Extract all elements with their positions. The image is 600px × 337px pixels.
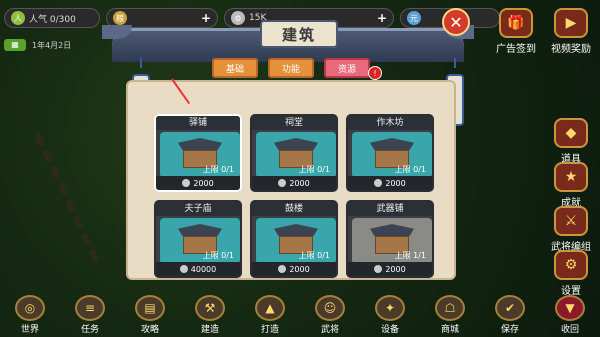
- menu-guide[interactable]: ▤ 攻略: [128, 295, 172, 335]
- building-limit: 上限 1/1: [394, 251, 426, 260]
- menu-forge[interactable]: ▲ 打造: [248, 295, 292, 335]
- building-limit: 上限 0/1: [394, 165, 426, 174]
- tab-function[interactable]: 功能: [268, 58, 314, 78]
- menu-save[interactable]: ✔ 保存: [488, 295, 532, 335]
- anvil-icon: ▲: [255, 295, 285, 321]
- menu-general-group[interactable]: ⚔ 武将编组: [545, 206, 597, 253]
- building-name: 作木坊: [348, 116, 432, 130]
- building-card[interactable]: 作木坊 上限 0/1 2000: [346, 114, 434, 192]
- building-name: 鼓楼: [252, 202, 336, 216]
- building-limit: 上限 0/1: [202, 165, 234, 174]
- menu-guide-label: 攻略: [140, 325, 159, 335]
- menu-shop[interactable]: ☖ 商城: [428, 295, 472, 335]
- tab-resource[interactable]: 资源: [324, 58, 370, 78]
- menu-tasks-label: 任务: [80, 325, 99, 335]
- population-icon: 人: [11, 11, 25, 25]
- menu-devices-label: 设备: [380, 325, 399, 335]
- coin-icon: [179, 265, 188, 273]
- menu-achievements[interactable]: ★ 成就: [545, 162, 597, 209]
- calendar-icon: ▦: [4, 39, 26, 51]
- device-icon: ✦: [375, 295, 405, 321]
- building-card[interactable]: 夫子庙 上限 0/1 40000: [154, 200, 242, 278]
- menu-video-reward-label: 视频奖励: [551, 44, 591, 55]
- building-name: 驿铺: [156, 116, 240, 130]
- coin-icon: [278, 179, 287, 187]
- date-bar: ▦ 1年4月2日: [4, 38, 71, 52]
- population-resource: 人 人气 0/300: [4, 8, 100, 28]
- menu-build-label: 建造: [200, 325, 219, 335]
- category-tabs: 基础 功能 资源 !: [212, 58, 382, 80]
- save-icon: ✔: [495, 295, 525, 321]
- building-cost: 2000: [348, 262, 432, 276]
- building-card[interactable]: 鼓楼 上限 0/1 2000: [250, 200, 338, 278]
- building-card[interactable]: 驿铺 上限 0/1 2000: [154, 114, 242, 192]
- menu-world[interactable]: ◎ 世界: [8, 295, 52, 335]
- gear-icon: ⚙: [554, 250, 588, 280]
- building-name: 夫子庙: [156, 202, 240, 216]
- coin-icon: [374, 179, 383, 187]
- book-icon: ▤: [135, 295, 165, 321]
- menu-save-label: 保存: [500, 325, 519, 335]
- menu-forge-label: 打造: [260, 325, 279, 335]
- building-limit: 上限 0/1: [298, 165, 330, 174]
- menu-ad-signin-label: 广告签到: [496, 44, 536, 55]
- bottom-menu-bar: ◎ 世界 ≡ 任务 ▤ 攻略 ⚒ 建造 ▲ 打造 ☺ 武将 ✦ 设备 ☖ 商城 ✔ 保存 ▼ 收回: [0, 290, 600, 337]
- building-cost: 2000: [156, 176, 240, 190]
- population-label: 人气 0/300: [29, 14, 76, 25]
- menu-world-label: 世界: [20, 325, 39, 335]
- building-cost-value: 2000: [289, 178, 310, 188]
- video-icon: ▶: [554, 8, 588, 38]
- close-icon: ✕: [449, 12, 463, 32]
- general-icon: ☺: [315, 295, 345, 321]
- menu-video-reward[interactable]: ▶ 视频奖励: [545, 8, 597, 55]
- building-cost-value: 2000: [193, 178, 214, 188]
- building-card[interactable]: 祠堂 上限 0/1 2000: [250, 114, 338, 192]
- collapse-icon: ▼: [555, 295, 585, 321]
- building-cost-value: 2000: [385, 264, 406, 274]
- shop-icon: ☖: [435, 295, 465, 321]
- building-cost-value: 40000: [190, 264, 217, 274]
- coin-icon: [182, 179, 191, 187]
- menu-build[interactable]: ⚒ 建造: [188, 295, 232, 335]
- building-cost: 2000: [348, 176, 432, 190]
- building-name: 武器铺: [348, 202, 432, 216]
- close-button[interactable]: ✕: [442, 8, 470, 36]
- menu-generals-label: 武将: [320, 325, 339, 335]
- menu-generals[interactable]: ☺ 武将: [308, 295, 352, 335]
- date-label: 1年4月2日: [32, 40, 72, 50]
- bag-icon: ◆: [554, 118, 588, 148]
- globe-icon: ◎: [15, 295, 45, 321]
- building-limit: 上限 0/1: [298, 251, 330, 260]
- building-grid: 驿铺 上限 0/1 2000 祠堂 上限 0/1 2000 作木坊 上限 0/1…: [154, 114, 434, 278]
- menu-collapse-label: 收回: [560, 325, 579, 335]
- trophy-icon: ★: [554, 162, 588, 192]
- hammer-icon: ⚒: [195, 295, 225, 321]
- building-name: 祠堂: [252, 116, 336, 130]
- coin-icon: [374, 265, 383, 273]
- menu-ad-signin[interactable]: 🎁 广告签到: [490, 8, 542, 55]
- building-limit: 上限 0/1: [202, 251, 234, 260]
- building-cost: 2000: [252, 176, 336, 190]
- helmet-icon: ⚔: [554, 206, 588, 236]
- tab-resource-badge: !: [368, 66, 382, 80]
- coin-icon: [278, 265, 287, 273]
- menu-tasks[interactable]: ≡ 任务: [68, 295, 112, 335]
- menu-items[interactable]: ◆ 道具: [545, 118, 597, 165]
- building-cost-value: 2000: [289, 264, 310, 274]
- menu-collapse[interactable]: ▼ 收回: [548, 295, 592, 335]
- building-cost-value: 2000: [385, 178, 406, 188]
- scroll-icon: ≡: [75, 295, 105, 321]
- building-cost: 2000: [252, 262, 336, 276]
- tab-basic[interactable]: 基础: [212, 58, 258, 78]
- building-dialog: 建筑 ✕ 基础 功能 资源 ! 驿铺 上限 0/1 2000 祠堂 上限 0/1…: [102, 8, 474, 290]
- menu-shop-label: 商城: [440, 325, 459, 335]
- gift-icon: 🎁: [499, 8, 533, 38]
- building-cost: 40000: [156, 262, 240, 276]
- menu-devices[interactable]: ✦ 设备: [368, 295, 412, 335]
- dialog-title: 建筑: [260, 20, 338, 48]
- building-card[interactable]: 武器铺 上限 1/1 2000: [346, 200, 434, 278]
